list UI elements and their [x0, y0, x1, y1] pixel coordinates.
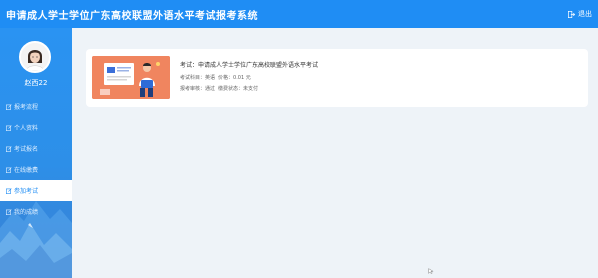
edit-icon: [6, 145, 12, 152]
mouse-cursor-icon: [428, 268, 434, 274]
sidebar-item-profile[interactable]: 个人资料: [0, 117, 72, 138]
edit-icon: [6, 208, 12, 215]
user-portrait-icon: [21, 43, 49, 71]
exam-illustration-image: [92, 56, 170, 99]
exam-info-row: 考试科目：英语 价格：0.01 元: [180, 74, 251, 81]
sidebar-item-label: 报考流程: [14, 104, 39, 111]
payment-value: 未支付: [243, 86, 259, 92]
price-value: 0.01 元: [233, 75, 251, 81]
username: 赵西22: [24, 79, 48, 87]
sidebar-item-label: 参加考试: [14, 188, 39, 195]
avatar[interactable]: [19, 41, 51, 73]
subject-label: 考试科目：: [180, 75, 206, 81]
sidebar-item-exam-signup[interactable]: 考试报名: [0, 138, 72, 159]
exam-title: 考试：申请成人学士学位广东高校联盟外语水平考试: [180, 62, 319, 69]
edit-icon: [6, 187, 12, 194]
edit-icon: [6, 166, 12, 173]
sidebar-menu: 报考流程 个人资料 考试报名 在线缴费 参加考试 我的成绩: [0, 96, 72, 222]
top-bar: 申请成人学士学位广东高校联盟外语水平考试报考系统 退出: [0, 0, 598, 28]
sidebar-item-online-payment[interactable]: 在线缴费: [0, 159, 72, 180]
review-label: 报考审核：: [180, 86, 206, 92]
sidebar-item-label: 在线缴费: [14, 167, 39, 174]
edit-icon: [6, 103, 12, 110]
app-title: 申请成人学士学位广东高校联盟外语水平考试报考系统: [6, 11, 258, 22]
sidebar-item-registration-process[interactable]: 报考流程: [0, 96, 72, 117]
subject-value: 英语: [205, 75, 216, 81]
sidebar-item-label: 考试报名: [14, 146, 39, 153]
logout-label: 退出: [578, 10, 592, 18]
exam-card[interactable]: 考试：申请成人学士学位广东高校联盟外语水平考试 考试科目：英语 价格：0.01 …: [86, 49, 588, 107]
logout-icon: [568, 10, 575, 18]
sidebar-item-label: 我的成绩: [14, 209, 39, 216]
sidebar: 赵西22 报考流程 个人资料 考试报名 在线缴费 参加考试 我的成绩: [0, 28, 72, 278]
exam-illustration: [92, 56, 170, 99]
price-label: 价格：: [218, 75, 234, 81]
review-value: 通过: [205, 86, 216, 92]
sidebar-item-take-exam[interactable]: 参加考试: [0, 180, 72, 201]
logout-button[interactable]: 退出: [568, 9, 592, 19]
exam-status-row: 报考审核：通过 缴费状态：未支付: [180, 85, 258, 92]
sidebar-item-my-scores[interactable]: 我的成绩: [0, 201, 72, 222]
payment-label: 缴费状态：: [218, 86, 244, 92]
edit-icon: [6, 124, 12, 131]
sidebar-item-label: 个人资料: [14, 125, 39, 132]
